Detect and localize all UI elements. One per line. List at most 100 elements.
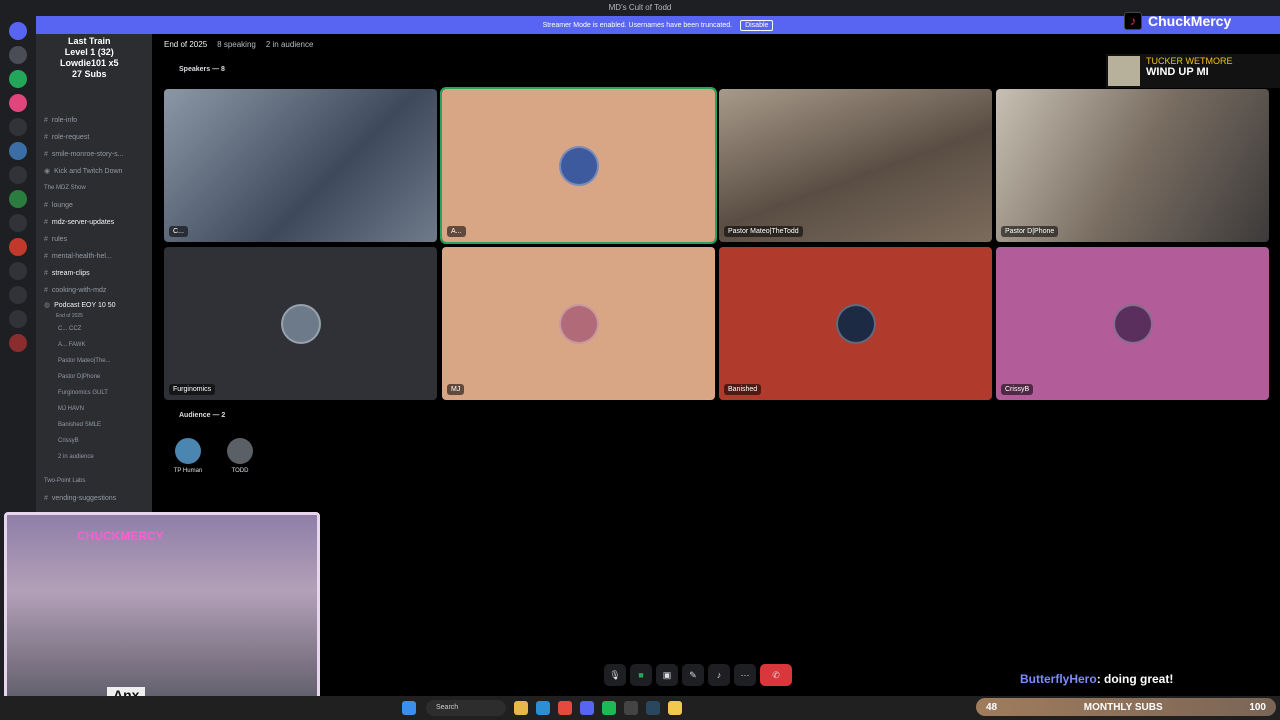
more-options-icon[interactable]: ⋯	[734, 664, 756, 686]
camera-icon[interactable]: ■	[630, 664, 652, 686]
member-name: A...	[58, 342, 68, 348]
channel-label: stream-clips	[51, 270, 90, 277]
server-icon[interactable]	[9, 310, 27, 328]
activity-icon[interactable]: ✎	[682, 664, 704, 686]
category-two-point-labs[interactable]: Two-Point Labs	[36, 473, 152, 490]
speaker-name: Pastor Mateo|TheTodd	[724, 226, 803, 237]
speaker-tile[interactable]: Banished	[719, 247, 992, 400]
tiktok-icon: ♪	[1124, 12, 1142, 30]
server-icon[interactable]	[9, 118, 27, 136]
member-tag: SMLE	[84, 422, 102, 428]
hash-icon: #	[44, 134, 48, 141]
channel-role-request[interactable]: # role-request	[36, 129, 152, 146]
overlay-line: Level 1 (32)	[64, 47, 114, 57]
chrome-icon[interactable]	[558, 701, 572, 715]
hash-icon: #	[44, 236, 48, 243]
speaker-tile[interactable]: C...	[164, 89, 437, 242]
file-explorer-icon[interactable]	[514, 701, 528, 715]
discord-icon[interactable]	[580, 701, 594, 715]
audience-count-item[interactable]: 2 in audience	[36, 449, 152, 465]
channel-stream-clips[interactable]: # stream-clips	[36, 265, 152, 282]
server-icon[interactable]	[9, 46, 27, 64]
server-icon[interactable]	[9, 70, 27, 88]
server-icon[interactable]	[9, 190, 27, 208]
edge-icon[interactable]	[536, 701, 550, 715]
voice-member[interactable]: Furginomics GULT	[36, 385, 152, 401]
speaker-name: CrissyB	[1001, 384, 1034, 395]
channel-mental-health[interactable]: # mental-health-hel...	[36, 248, 152, 265]
voice-member[interactable]: C... CCZ	[36, 321, 152, 337]
voice-member[interactable]: Pastor Mateo|The...	[36, 353, 152, 369]
webcam-scene	[7, 515, 317, 707]
speaker-tile[interactable]: MJ	[442, 247, 715, 400]
server-icon[interactable]	[9, 238, 27, 256]
disconnect-button[interactable]: ✆	[760, 664, 792, 686]
audience-heading: Audience — 2	[179, 412, 226, 419]
microphone-icon[interactable]: 🎙	[604, 664, 626, 686]
voice-member[interactable]: A... FAWK	[36, 337, 152, 353]
channel-rules[interactable]: # rules	[36, 231, 152, 248]
member-tag: HAVN	[67, 406, 84, 412]
audience-member[interactable]: TODD	[220, 438, 260, 474]
overlay-line: 27 Subs	[72, 69, 107, 79]
channel-label: mdz-server-updates	[51, 219, 115, 226]
steam-icon[interactable]	[646, 701, 660, 715]
overlay-line: Last Train	[68, 36, 111, 46]
speaker-name: MJ	[447, 384, 465, 395]
disable-streamer-mode-button[interactable]: Disable	[740, 19, 774, 31]
speaker-name: Furginomics	[169, 384, 216, 395]
server-icon[interactable]	[9, 94, 27, 112]
server-icon[interactable]	[9, 334, 27, 352]
server-icon[interactable]	[9, 142, 27, 160]
member-tag: CCZ	[69, 326, 82, 332]
stage-view: End of 2025 8 speaking 2 in audience Spe…	[152, 34, 1280, 696]
server-icon[interactable]	[9, 214, 27, 232]
channel-kick-twitch[interactable]: ◉ Kick and Twitch Down	[36, 163, 152, 180]
channel-mdz-server-updates[interactable]: # mdz-server-updates	[36, 214, 152, 231]
chat-text: : doing great!	[1096, 672, 1174, 686]
server-icon[interactable]	[9, 22, 27, 40]
voice-member[interactable]: CrissyB	[36, 433, 152, 449]
channel-vending[interactable]: # vending-suggestions	[36, 490, 152, 507]
server-icon[interactable]	[9, 166, 27, 184]
windows-start-icon[interactable]	[402, 701, 416, 715]
speaker-tile[interactable]: Furginomics	[164, 247, 437, 400]
neon-sign: CHUCKMERCY	[77, 529, 164, 543]
server-icon[interactable]	[9, 286, 27, 304]
speaker-tile[interactable]: Pastor D|Phone	[996, 89, 1269, 242]
notes-icon[interactable]	[668, 701, 682, 715]
member-name: CrissyB	[58, 438, 79, 444]
obs-icon[interactable]	[624, 701, 638, 715]
channel-label: cooking-with-mdz	[51, 287, 107, 294]
soundboard-icon[interactable]: ♪	[708, 664, 730, 686]
channel-cooking[interactable]: # cooking-with-mdz	[36, 282, 152, 299]
spotify-icon[interactable]	[602, 701, 616, 715]
channel-label: smile-monroe-story-s...	[51, 151, 124, 158]
channel-smile-monroe[interactable]: # smile-monroe-story-s...	[36, 146, 152, 163]
hash-icon: #	[44, 270, 48, 277]
channel-label: Podcast EOY	[54, 302, 97, 309]
member-name: C...	[58, 326, 68, 332]
channel-lounge[interactable]: # lounge	[36, 197, 152, 214]
taskbar-search[interactable]: Search	[426, 700, 506, 716]
screen-share-icon[interactable]: ▣	[656, 664, 678, 686]
hash-icon: #	[44, 202, 48, 209]
voice-member[interactable]: Banished SMLE	[36, 417, 152, 433]
speaker-tile[interactable]: A...	[440, 87, 717, 244]
subs-label: MONTHLY SUBS	[1083, 701, 1163, 713]
avatar	[558, 303, 599, 344]
tile-background	[996, 89, 1269, 242]
stage-title: End of 2025	[164, 40, 208, 49]
speaker-tile[interactable]: Pastor Mateo|TheTodd	[719, 89, 992, 242]
voice-member[interactable]: MJ HAVN	[36, 401, 152, 417]
channel-role-info[interactable]: # role-info	[36, 112, 152, 129]
voice-member[interactable]: Pastor D|Phone	[36, 369, 152, 385]
window-titlebar: MD's Cult of Todd	[0, 0, 1280, 16]
speaker-tile[interactable]: CrissyB	[996, 247, 1269, 400]
voice-channel-podcast-eoy[interactable]: ◍ Podcast EOY 10 50 End of 2025	[36, 299, 152, 321]
member-name: Furginomics	[58, 390, 91, 396]
audience-member[interactable]: TP Human	[168, 438, 208, 474]
category-mdz-show[interactable]: The MDZ Show	[36, 180, 152, 197]
streamer-webcam: CHUCKMERCY Anx	[4, 512, 320, 710]
server-icon[interactable]	[9, 262, 27, 280]
